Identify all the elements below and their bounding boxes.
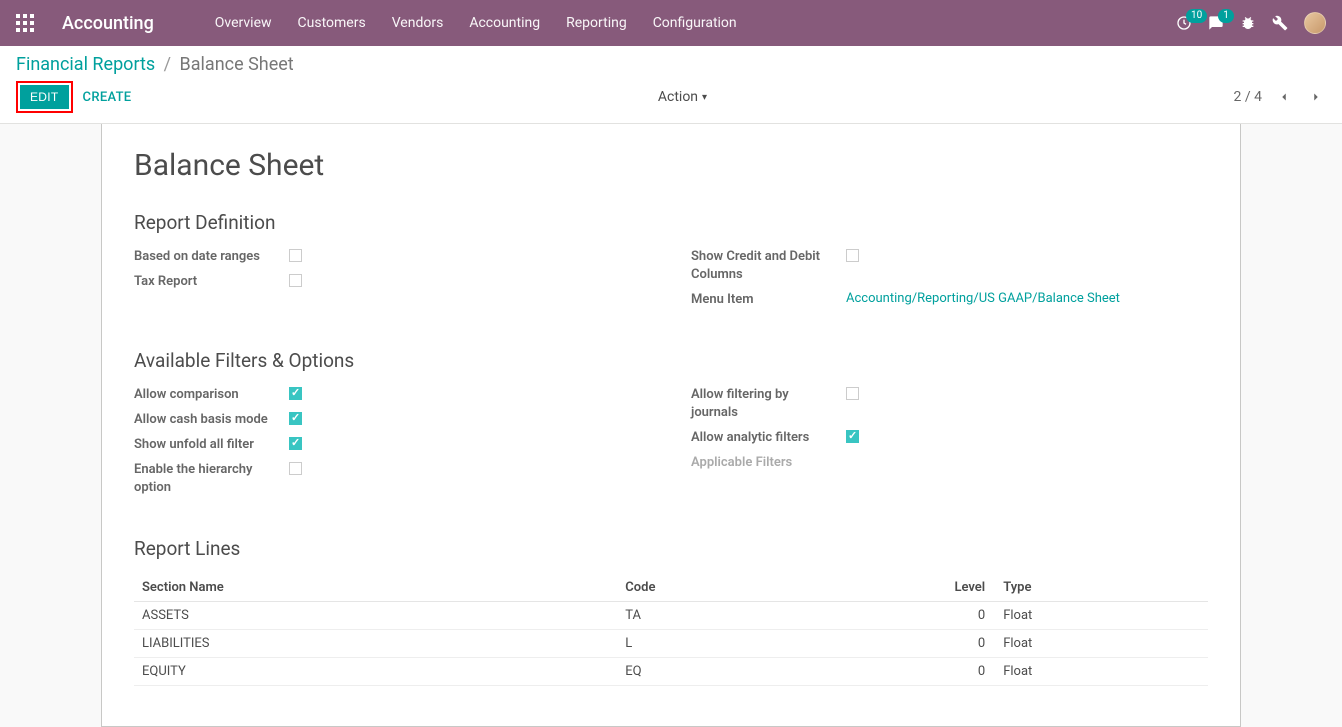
cell-name: ASSETS bbox=[134, 601, 617, 629]
col-section-name[interactable]: Section Name bbox=[134, 574, 617, 602]
nav-reporting[interactable]: Reporting bbox=[553, 0, 640, 46]
cell-name: LIABILITIES bbox=[134, 629, 617, 657]
nav-configuration[interactable]: Configuration bbox=[640, 0, 750, 46]
label-credit-debit: Show Credit and Debit Columns bbox=[691, 248, 846, 284]
checkbox-date-ranges[interactable] bbox=[289, 249, 302, 262]
nav-vendors[interactable]: Vendors bbox=[379, 0, 457, 46]
cell-code: L bbox=[617, 629, 918, 657]
activities-badge: 10 bbox=[1186, 9, 1207, 23]
form-sheet: Balance Sheet Report Definition Based on… bbox=[101, 124, 1241, 727]
cell-type: Float bbox=[993, 629, 1208, 657]
pager-current: 2 bbox=[1234, 89, 1242, 105]
nav-accounting[interactable]: Accounting bbox=[456, 0, 553, 46]
label-tax-report: Tax Report bbox=[134, 273, 289, 291]
page-title: Balance Sheet bbox=[134, 148, 1208, 183]
nav-right: 10 1 bbox=[1176, 12, 1326, 34]
table-row[interactable]: LIABILITIESL0Float bbox=[134, 629, 1208, 657]
discuss-badge: 1 bbox=[1218, 9, 1234, 23]
checkbox-credit-debit[interactable] bbox=[846, 249, 859, 262]
edit-button[interactable]: EDIT bbox=[20, 85, 69, 109]
cell-name: EQUITY bbox=[134, 657, 617, 685]
section-report-definition: Report Definition bbox=[134, 211, 1208, 234]
col-level[interactable]: Level bbox=[918, 574, 993, 602]
checkbox-tax-report[interactable] bbox=[289, 274, 302, 287]
label-hierarchy: Enable the hierarchy option bbox=[134, 461, 289, 497]
edit-highlight: EDIT bbox=[16, 81, 73, 113]
pager-total: 4 bbox=[1254, 89, 1262, 105]
label-unfold-all: Show unfold all filter bbox=[134, 436, 289, 454]
cell-level: 0 bbox=[918, 629, 993, 657]
menu-item-path: Accounting/Reporting/US GAAP/Balance She… bbox=[846, 291, 1208, 306]
breadcrumb-current: Balance Sheet bbox=[180, 54, 294, 75]
menu-path-2[interactable]: US GAAP bbox=[979, 291, 1032, 306]
top-nav: Accounting Overview Customers Vendors Ac… bbox=[0, 0, 1342, 46]
col-code[interactable]: Code bbox=[617, 574, 918, 602]
apps-icon[interactable] bbox=[16, 14, 34, 32]
col-type[interactable]: Type bbox=[993, 574, 1208, 602]
label-comparison: Allow comparison bbox=[134, 386, 289, 404]
label-date-ranges: Based on date ranges bbox=[134, 248, 289, 266]
cell-level: 0 bbox=[918, 657, 993, 685]
label-menu-item: Menu Item bbox=[691, 291, 846, 309]
breadcrumb: Financial Reports / Balance Sheet bbox=[16, 54, 1326, 81]
checkbox-cash-basis[interactable] bbox=[289, 412, 302, 425]
nav-overview[interactable]: Overview bbox=[202, 0, 285, 46]
menu-path-3[interactable]: Balance Sheet bbox=[1038, 291, 1120, 306]
checkbox-journals[interactable] bbox=[846, 387, 859, 400]
action-dropdown[interactable]: Action ▾ bbox=[658, 89, 707, 105]
discuss-icon[interactable]: 1 bbox=[1208, 15, 1224, 31]
menu-path-1[interactable]: Reporting bbox=[917, 291, 973, 306]
section-available-filters: Available Filters & Options bbox=[134, 349, 1208, 372]
nav-menu: Overview Customers Vendors Accounting Re… bbox=[202, 0, 750, 46]
table-row[interactable]: ASSETSTA0Float bbox=[134, 601, 1208, 629]
control-panel: Financial Reports / Balance Sheet EDIT C… bbox=[0, 46, 1342, 124]
checkbox-hierarchy[interactable] bbox=[289, 462, 302, 475]
menu-path-0[interactable]: Accounting bbox=[846, 291, 912, 306]
debug-icon[interactable] bbox=[1240, 15, 1256, 31]
label-applicable-filters: Applicable Filters bbox=[691, 454, 846, 472]
action-label: Action bbox=[658, 89, 698, 105]
pager-next[interactable] bbox=[1306, 90, 1326, 105]
section-report-lines: Report Lines bbox=[134, 537, 1208, 560]
cell-code: TA bbox=[617, 601, 918, 629]
cell-code: EQ bbox=[617, 657, 918, 685]
cell-level: 0 bbox=[918, 601, 993, 629]
nav-customers[interactable]: Customers bbox=[285, 0, 379, 46]
pager-prev[interactable] bbox=[1274, 90, 1294, 105]
dev-tools-icon[interactable] bbox=[1272, 15, 1288, 31]
cell-type: Float bbox=[993, 601, 1208, 629]
user-avatar[interactable] bbox=[1304, 12, 1326, 34]
label-cash-basis: Allow cash basis mode bbox=[134, 411, 289, 429]
checkbox-comparison[interactable] bbox=[289, 387, 302, 400]
table-row[interactable]: EQUITYEQ0Float bbox=[134, 657, 1208, 685]
checkbox-analytic[interactable] bbox=[846, 430, 859, 443]
report-lines-table: Section Name Code Level Type ASSETSTA0Fl… bbox=[134, 574, 1208, 686]
label-analytic: Allow analytic filters bbox=[691, 429, 846, 447]
caret-down-icon: ▾ bbox=[702, 92, 707, 103]
cell-type: Float bbox=[993, 657, 1208, 685]
app-brand[interactable]: Accounting bbox=[62, 13, 154, 34]
activities-icon[interactable]: 10 bbox=[1176, 15, 1192, 31]
label-journals: Allow filtering by journals bbox=[691, 386, 846, 422]
breadcrumb-parent[interactable]: Financial Reports bbox=[16, 54, 155, 75]
checkbox-unfold-all[interactable] bbox=[289, 437, 302, 450]
pager[interactable]: 2 / 4 bbox=[1234, 89, 1262, 105]
breadcrumb-sep: / bbox=[160, 54, 175, 75]
create-button[interactable]: CREATE bbox=[83, 90, 132, 105]
